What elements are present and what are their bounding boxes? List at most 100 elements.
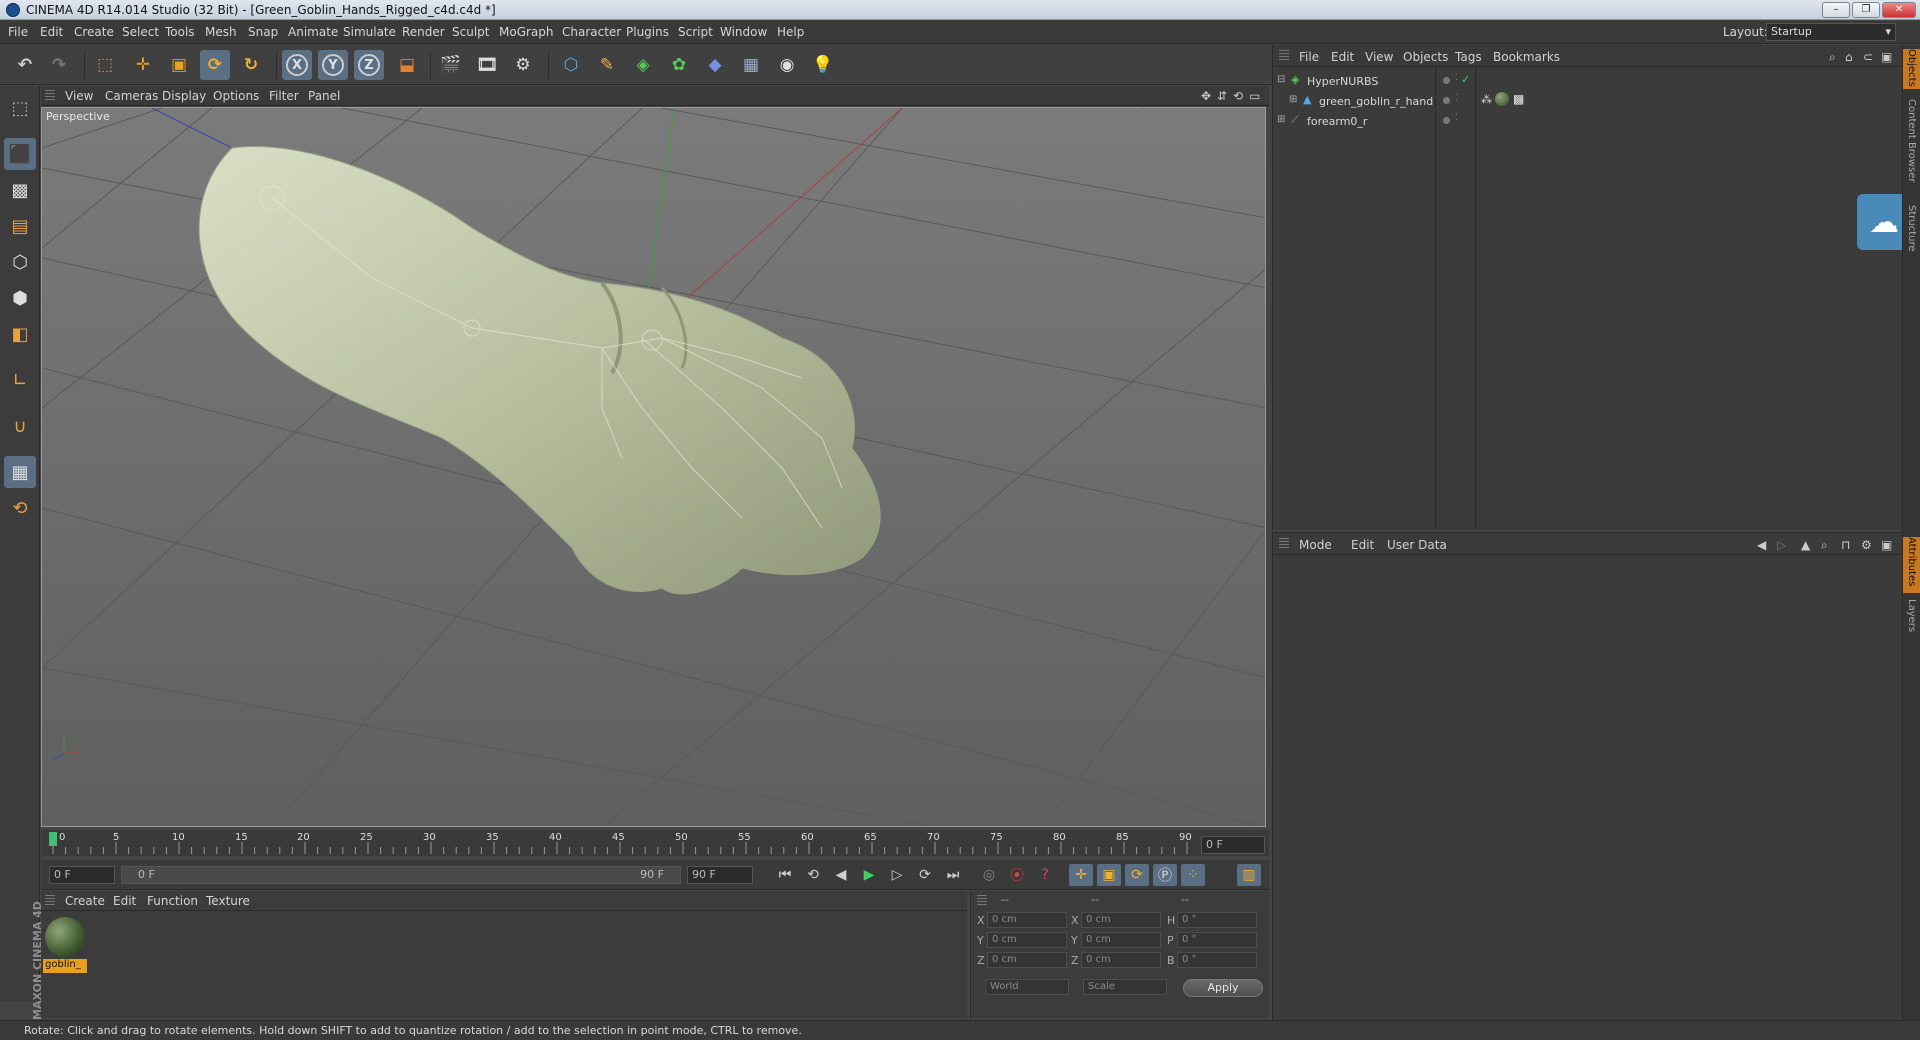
move-icon[interactable]: ✛: [128, 50, 158, 80]
perspective-viewport[interactable]: Perspective: [41, 107, 1266, 827]
texture-mode-icon[interactable]: ▩: [4, 174, 36, 206]
tab-attributes[interactable]: Attributes: [1903, 537, 1920, 593]
material-item[interactable]: goblin_: [43, 915, 87, 975]
coordinate-mode-select[interactable]: World: [985, 979, 1069, 995]
restore-button[interactable]: ❐: [1852, 2, 1880, 18]
array-icon[interactable]: ✿: [664, 50, 694, 80]
viewport-menu-cameras[interactable]: Cameras: [105, 89, 158, 103]
editor-visibility-dot[interactable]: [1443, 77, 1450, 84]
subdivision-surface-icon[interactable]: ◈: [628, 50, 658, 80]
go-to-end-icon[interactable]: ⏭: [941, 864, 965, 886]
workplane-lock-icon[interactable]: ▦: [4, 456, 36, 488]
deformer-icon[interactable]: ◆: [700, 50, 730, 80]
menu-window[interactable]: Window: [720, 25, 767, 39]
axis-mode-icon[interactable]: ∟: [4, 364, 36, 396]
menu-simulate[interactable]: Simulate: [343, 25, 396, 39]
render-view-icon[interactable]: 🎬: [436, 50, 466, 80]
menu-script[interactable]: Script: [678, 25, 713, 39]
rotate-icon[interactable]: ⟳: [200, 50, 230, 80]
object-row-green-goblin-r-hand[interactable]: ⊞ ▲ green_goblin_r_hand ⁚ ⁂ ▩: [1273, 91, 1903, 111]
menu-mograph[interactable]: MoGraph: [499, 25, 554, 39]
attribute-menu-mode[interactable]: Mode: [1299, 538, 1332, 552]
key-position-icon[interactable]: ✛: [1069, 864, 1093, 886]
menu-plugins[interactable]: Plugins: [626, 25, 669, 39]
uvw-tag-icon[interactable]: ▩: [1513, 92, 1524, 106]
render-visibility-dot[interactable]: ⁚: [1455, 93, 1458, 103]
key-rotation-icon[interactable]: ⟳: [1125, 864, 1149, 886]
z-axis-icon[interactable]: Z: [354, 50, 384, 80]
menu-edit[interactable]: Edit: [40, 25, 63, 39]
floor-icon[interactable]: ▦: [736, 50, 766, 80]
edges-mode-icon[interactable]: ⬢: [4, 282, 36, 314]
material-menu-create[interactable]: Create: [65, 894, 105, 908]
forward-arrow-icon[interactable]: ▷: [1777, 538, 1786, 552]
close-button[interactable]: ✕: [1882, 2, 1916, 18]
viewport-move-icon[interactable]: ✥: [1201, 89, 1211, 103]
expand-icon[interactable]: ⊞: [1277, 114, 1285, 125]
spline-pen-icon[interactable]: ✎: [592, 50, 622, 80]
object-menu-edit[interactable]: Edit: [1331, 50, 1354, 64]
menu-animate[interactable]: Animate: [288, 25, 338, 39]
next-frame-icon[interactable]: ▷: [885, 864, 909, 886]
up-arrow-icon[interactable]: ▲: [1801, 538, 1810, 552]
tab-objects[interactable]: Objects: [1903, 49, 1920, 89]
link-icon[interactable]: ⊂: [1863, 50, 1873, 64]
position-y-field[interactable]: 0 cm: [987, 932, 1067, 948]
timeline-ruler[interactable]: 0 5 10 15 20 25 30 35 40 45 50 55 60 65 …: [41, 830, 1269, 856]
redo-icon[interactable]: ↷: [44, 50, 74, 80]
key-parameter-icon[interactable]: Ⓟ: [1153, 864, 1177, 886]
material-tag-icon[interactable]: [1495, 92, 1509, 106]
menu-tools[interactable]: Tools: [165, 25, 195, 39]
menu-mesh[interactable]: Mesh: [205, 25, 237, 39]
points-mode-icon[interactable]: ⬡: [4, 246, 36, 278]
apply-button[interactable]: Apply: [1183, 979, 1263, 997]
viewport-menu-display[interactable]: Display: [162, 89, 206, 103]
size-y-field[interactable]: 0 cm: [1081, 932, 1161, 948]
lock-icon[interactable]: ⊓: [1841, 538, 1850, 552]
rotation-h-field[interactable]: 0 °: [1177, 912, 1257, 928]
object-row-forearm0-r[interactable]: ⊞ ⟋ forearm0_r ⁚: [1273, 111, 1903, 131]
keyframe-selection-icon[interactable]: ?: [1033, 864, 1057, 886]
size-x-field[interactable]: 0 cm: [1081, 912, 1161, 928]
make-editable-icon[interactable]: ⬚: [4, 92, 36, 124]
y-axis-icon[interactable]: Y: [318, 50, 348, 80]
menu-snap[interactable]: Snap: [248, 25, 278, 39]
render-visibility-dot[interactable]: ⁚: [1455, 113, 1458, 123]
render-picture-viewer-icon[interactable]: 🎞: [472, 50, 502, 80]
time-range-slider[interactable]: 0 F 90 F: [121, 866, 681, 884]
planar-workplane-icon[interactable]: ⟲: [4, 492, 36, 524]
timeline-window-icon[interactable]: ▥: [1237, 864, 1261, 886]
editor-visibility-dot[interactable]: [1443, 117, 1450, 124]
settings-icon[interactable]: ⚙: [1861, 538, 1872, 552]
size-mode-select[interactable]: Scale: [1083, 979, 1167, 995]
menu-help[interactable]: Help: [777, 25, 804, 39]
scale-icon[interactable]: ▣: [164, 50, 194, 80]
coordinate-system-icon[interactable]: ⬓: [392, 50, 422, 80]
layout-select[interactable]: Startup: [1766, 23, 1896, 41]
object-menu-tags[interactable]: Tags: [1455, 50, 1482, 64]
position-z-field[interactable]: 0 cm: [987, 952, 1067, 968]
viewport-menu-view[interactable]: View: [65, 89, 93, 103]
record-active-icon[interactable]: ◎: [977, 864, 1001, 886]
minimize-button[interactable]: –: [1822, 2, 1850, 18]
previous-key-icon[interactable]: ⟲: [801, 864, 825, 886]
position-x-field[interactable]: 0 cm: [987, 912, 1067, 928]
key-scale-icon[interactable]: ▣: [1097, 864, 1121, 886]
light-icon[interactable]: 💡: [808, 50, 838, 80]
attribute-menu-edit[interactable]: Edit: [1351, 538, 1374, 552]
menu-select[interactable]: Select: [122, 25, 159, 39]
max-time-field[interactable]: 90 F: [687, 866, 753, 884]
previous-frame-icon[interactable]: ◀: [829, 864, 853, 886]
menu-create[interactable]: Create: [74, 25, 114, 39]
go-to-start-icon[interactable]: ⏮: [773, 864, 797, 886]
new-window-icon[interactable]: ▣: [1881, 50, 1892, 64]
viewport-rotate-icon[interactable]: ⟲: [1233, 89, 1243, 103]
edit-render-settings-icon[interactable]: ⚙: [508, 50, 538, 80]
material-menu-function[interactable]: Function: [147, 894, 198, 908]
object-menu-file[interactable]: File: [1299, 50, 1319, 64]
object-row-hypernurbs[interactable]: ⊟ ◈ HyperNURBS ⁚ ✓: [1273, 71, 1903, 91]
object-menu-objects[interactable]: Objects: [1403, 50, 1448, 64]
rotation-b-field[interactable]: 0 °: [1177, 952, 1257, 968]
x-axis-icon[interactable]: X: [282, 50, 312, 80]
viewport-menu-filter[interactable]: Filter: [269, 89, 299, 103]
